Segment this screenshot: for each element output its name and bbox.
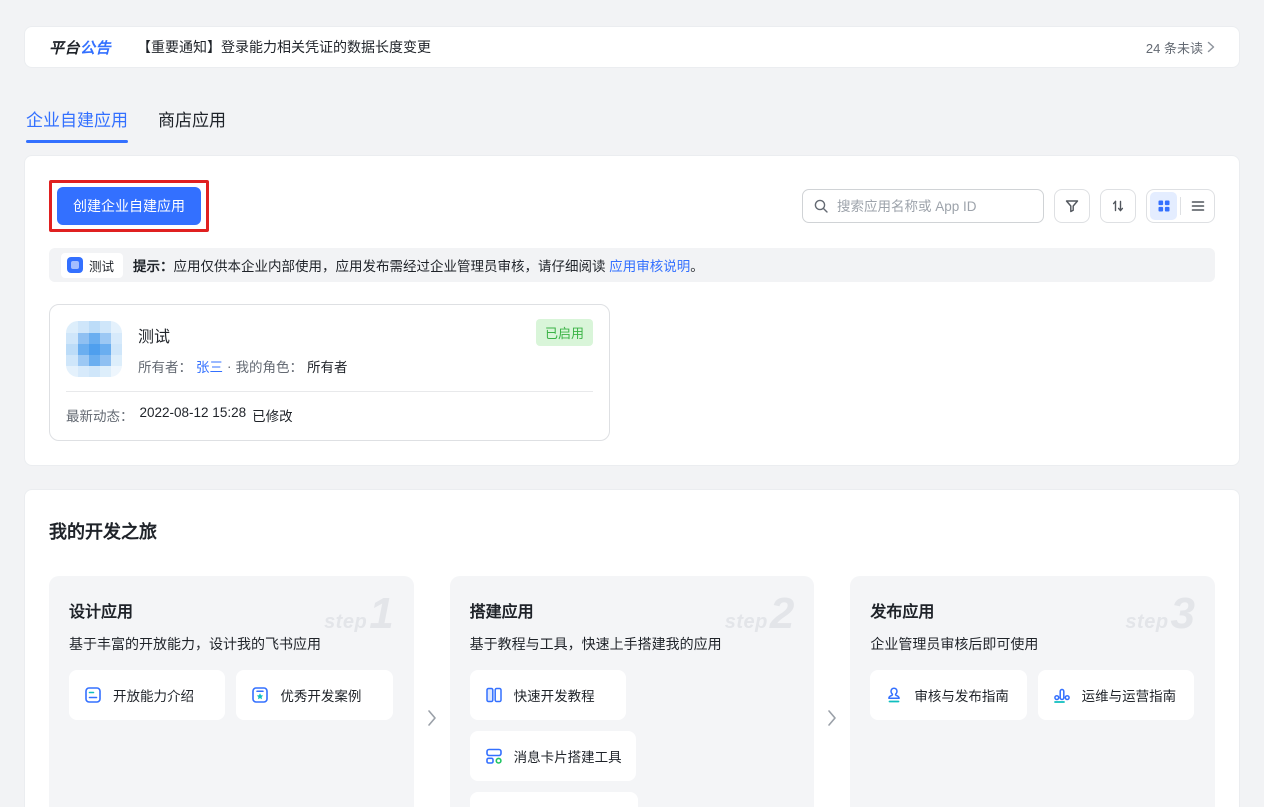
platform-announcement-logo: 平台公告 <box>49 37 111 58</box>
step-title: 发布应用 <box>870 604 934 621</box>
tip-text: 提示：应用仅供本企业内部使用，应用发布需经过企业管理员审核，请仔细阅读 应用审核… <box>133 255 704 275</box>
step-card-publish: 发布应用 step3 企业管理员审核后即可使用 审核与发布指南 运维与运营指南 <box>850 576 1215 807</box>
tenant-avatar-icon <box>67 257 83 273</box>
page: 平台公告 【重要通知】登录能力相关凭证的数据长度变更 24 条未读 企业自建应用… <box>0 0 1264 807</box>
app-meta: 测试 所有者：张三 · 我的角色：所有者 <box>138 321 348 377</box>
link-card-builder-tool[interactable]: 消息卡片搭建工具 <box>470 731 636 781</box>
link-open-ability-intro[interactable]: 开放能力介绍 <box>69 670 225 720</box>
link-best-dev-cases[interactable]: 优秀开发案例 <box>236 670 392 720</box>
activity-action: 已修改 <box>252 405 293 425</box>
step-separator <box>414 576 450 807</box>
filter-icon <box>1064 198 1080 214</box>
step-separator <box>814 576 850 807</box>
search-icon <box>813 198 829 214</box>
list-view-button[interactable] <box>1181 189 1214 223</box>
step-watermark: step3 <box>1125 592 1195 636</box>
step-card-design: 设计应用 step1 基于丰富的开放能力，设计我的飞书应用 开放能力介绍 优秀开… <box>49 576 414 807</box>
sort-icon <box>1110 198 1126 214</box>
apps-toolbar: 创建企业自建应用 <box>49 180 1215 232</box>
app-name: 测试 <box>138 323 348 347</box>
view-toggle <box>1146 189 1215 223</box>
filter-button[interactable] <box>1054 189 1090 223</box>
tab-store-apps[interactable]: 商店应用 <box>158 106 226 143</box>
announcement-banner[interactable]: 平台公告 【重要通知】登录能力相关凭证的数据长度变更 24 条未读 <box>24 26 1240 68</box>
chevron-right-icon <box>827 709 837 727</box>
tenant-pill: 测试 <box>61 253 123 278</box>
owner-link[interactable]: 张三 <box>196 356 223 376</box>
chevron-right-icon <box>427 709 437 727</box>
toolbar-right <box>802 189 1215 223</box>
star-case-icon <box>250 685 270 705</box>
link-server-api-debugger[interactable]: 服务端 API 调试台 <box>470 792 638 807</box>
grid-view-icon <box>1156 198 1172 214</box>
unread-count[interactable]: 24 条未读 <box>1146 38 1215 57</box>
chevron-right-icon <box>1207 41 1215 53</box>
review-guide-link[interactable]: 应用审核说明 <box>609 259 690 274</box>
step-title: 搭建应用 <box>470 604 534 621</box>
search-box <box>802 189 1044 223</box>
app-card-top: 测试 所有者：张三 · 我的角色：所有者 已启用 <box>50 305 609 391</box>
announcement-message: 【重要通知】登录能力相关凭证的数据长度变更 <box>137 37 1146 57</box>
apps-panel: 创建企业自建应用 <box>24 155 1240 466</box>
bar-chart-icon <box>1052 685 1072 705</box>
step-card-build: 搭建应用 step2 基于教程与工具，快速上手搭建我的应用 快速开发教程 消息卡… <box>450 576 815 807</box>
journey-steps: 设计应用 step1 基于丰富的开放能力，设计我的飞书应用 开放能力介绍 优秀开… <box>49 576 1215 807</box>
journey-panel: 我的开发之旅 设计应用 step1 基于丰富的开放能力，设计我的飞书应用 开放能… <box>24 489 1240 807</box>
create-app-button[interactable]: 创建企业自建应用 <box>57 187 201 225</box>
step-title: 设计应用 <box>69 604 133 621</box>
app-card[interactable]: 测试 所有者：张三 · 我的角色：所有者 已启用 最新动态： 2022-08-1… <box>49 304 610 441</box>
step-watermark: step1 <box>324 592 394 636</box>
app-type-tabs: 企业自建应用 商店应用 <box>24 106 1240 143</box>
tenant-name: 测试 <box>89 256 114 275</box>
link-ops-operation-guide[interactable]: 运维与运营指南 <box>1038 670 1194 720</box>
journey-title: 我的开发之旅 <box>49 518 1215 544</box>
status-badge: 已启用 <box>536 319 593 346</box>
step-desc: 企业管理员审核后即可使用 <box>870 634 1195 654</box>
book-icon <box>484 685 504 705</box>
role-value: 所有者 <box>307 356 348 376</box>
app-avatar <box>66 321 122 377</box>
step-desc: 基于教程与工具，快速上手搭建我的应用 <box>470 634 795 654</box>
sort-button[interactable] <box>1100 189 1136 223</box>
step-watermark: step2 <box>725 592 795 636</box>
tip-bar: 测试 提示：应用仅供本企业内部使用，应用发布需经过企业管理员审核，请仔细阅读 应… <box>49 248 1215 282</box>
tab-self-built-apps[interactable]: 企业自建应用 <box>26 106 128 143</box>
card-builder-icon <box>484 746 504 766</box>
annotation-highlight: 创建企业自建应用 <box>49 180 209 232</box>
grid-view-button[interactable] <box>1147 189 1180 223</box>
list-view-icon <box>1190 198 1206 214</box>
app-activity: 最新动态： 2022-08-12 15:28 已修改 <box>50 392 609 440</box>
app-owner-line: 所有者：张三 · 我的角色：所有者 <box>138 356 348 376</box>
activity-time: 2022-08-12 15:28 <box>140 405 247 425</box>
open-ability-icon <box>83 685 103 705</box>
dot-separator: · <box>227 359 232 374</box>
link-review-publish-guide[interactable]: 审核与发布指南 <box>870 670 1026 720</box>
link-quick-dev-tutorial[interactable]: 快速开发教程 <box>470 670 626 720</box>
step-desc: 基于丰富的开放能力，设计我的飞书应用 <box>69 634 394 654</box>
stamp-icon <box>884 685 904 705</box>
search-input[interactable] <box>837 199 1033 214</box>
